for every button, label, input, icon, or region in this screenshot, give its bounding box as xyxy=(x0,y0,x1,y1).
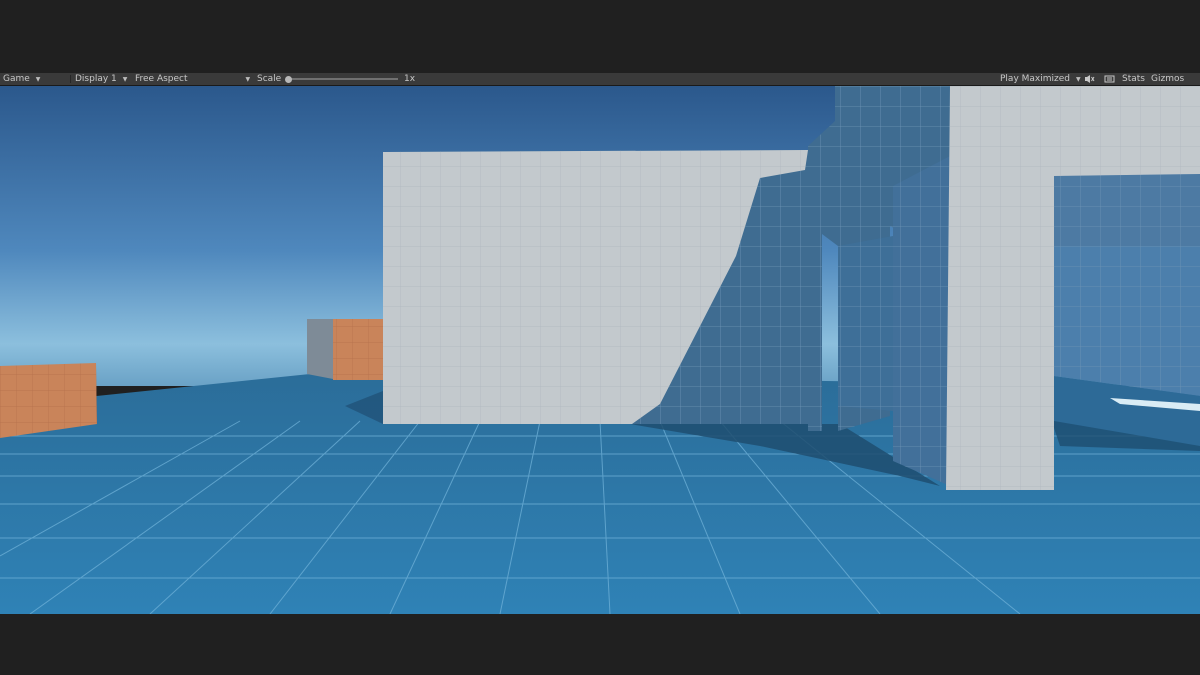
audio-mute-button[interactable] xyxy=(1083,73,1095,85)
scale-slider-handle[interactable] xyxy=(285,76,292,83)
display-label: Display 1 xyxy=(75,74,117,84)
play-mode-dropdown[interactable]: Play Maximized ▼ xyxy=(1000,73,1081,85)
stats-button[interactable]: Stats xyxy=(1104,73,1145,85)
letterbox-bottom xyxy=(0,614,1200,675)
scale-slider-track[interactable] xyxy=(290,78,398,80)
game-view-toolbar: Game ▼ Display 1 ▼ Free Aspect ▼ Scale 1x P… xyxy=(0,73,1200,86)
view-dropdown[interactable]: Game ▼ xyxy=(3,73,40,85)
letterbox-top xyxy=(0,0,1200,73)
scene-render xyxy=(0,86,1200,614)
toolbar-divider xyxy=(70,75,71,83)
main-wall xyxy=(383,150,808,424)
game-viewport[interactable] xyxy=(0,86,1200,614)
crate-far xyxy=(307,319,383,380)
stats-icon xyxy=(1104,75,1115,83)
aspect-label: Free Aspect xyxy=(135,74,188,84)
stats-label: Stats xyxy=(1122,74,1145,84)
gizmos-label: Gizmos xyxy=(1151,74,1185,84)
audio-mute-icon xyxy=(1085,75,1095,83)
scale-value: 1x xyxy=(404,74,416,84)
play-mode-label: Play Maximized xyxy=(1000,74,1070,84)
aspect-dropdown[interactable]: Free Aspect ▼ xyxy=(135,73,250,85)
scale-label: Scale xyxy=(257,74,282,84)
dropdown-caret-icon: ▼ xyxy=(122,76,128,83)
dropdown-caret-icon: ▼ xyxy=(1075,76,1081,83)
dropdown-caret-icon: ▼ xyxy=(35,76,41,83)
display-dropdown[interactable]: Display 1 ▼ xyxy=(75,73,127,85)
dropdown-caret-icon: ▼ xyxy=(245,76,251,83)
gizmos-button[interactable]: Gizmos xyxy=(1151,73,1184,85)
view-label: Game xyxy=(3,74,30,84)
